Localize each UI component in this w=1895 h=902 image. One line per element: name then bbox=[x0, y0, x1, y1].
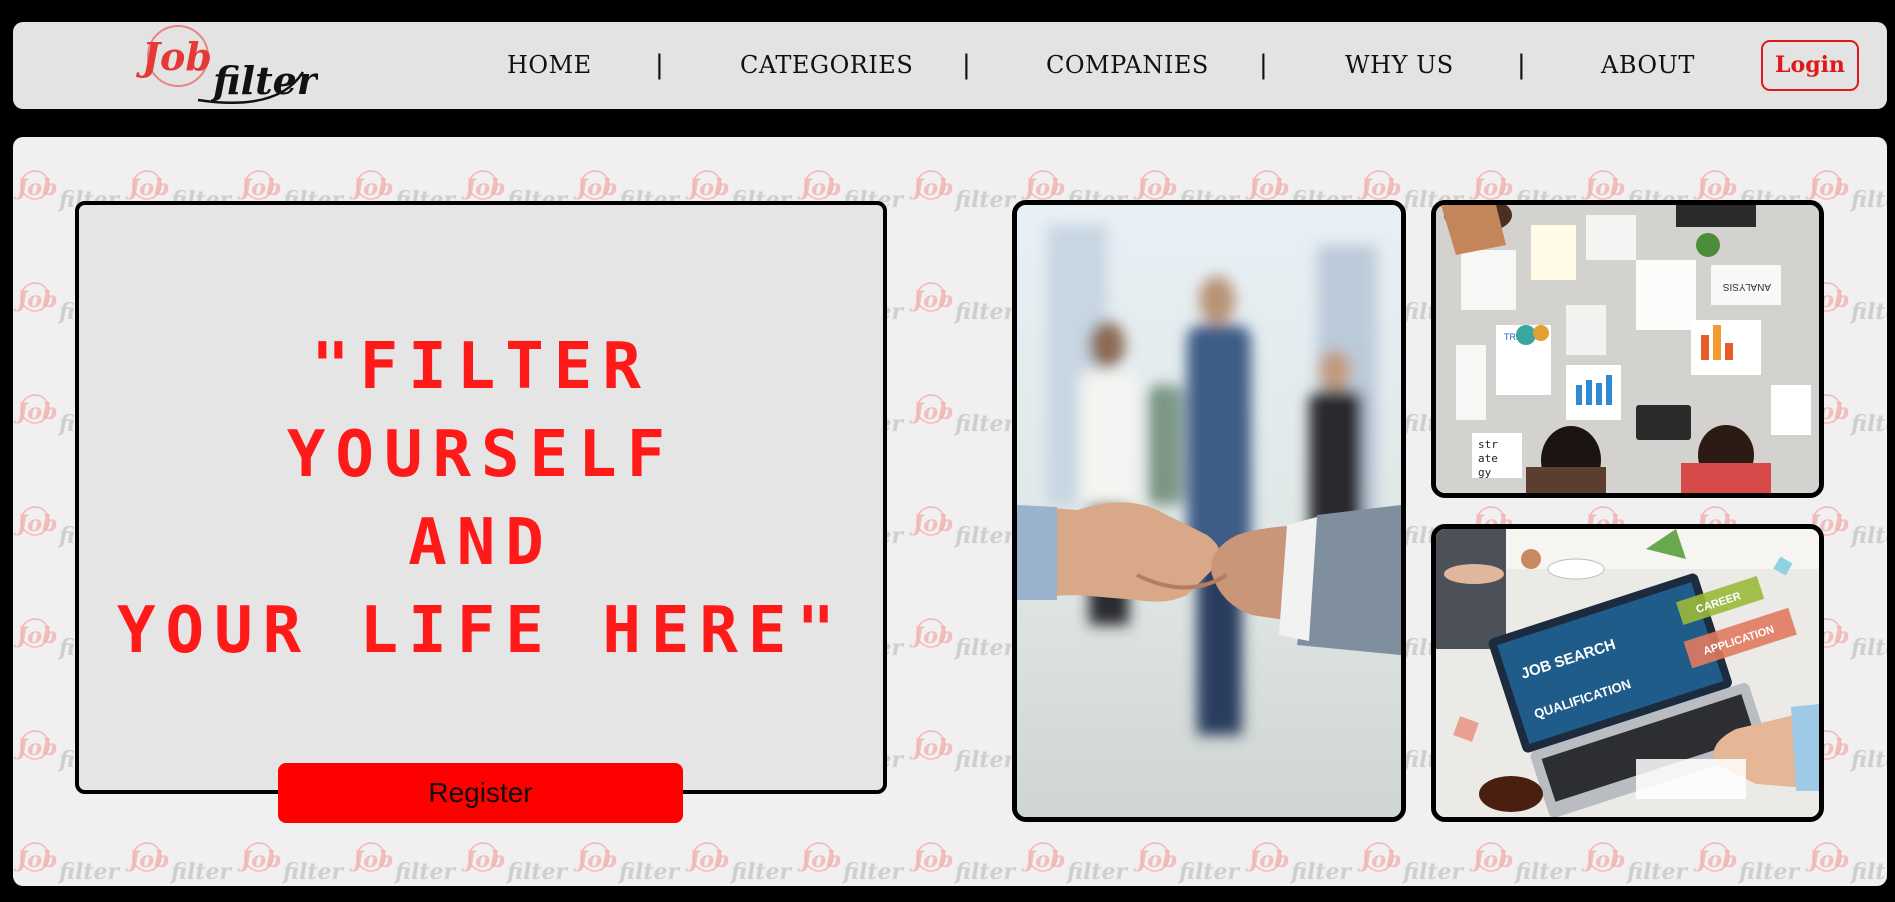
logo-text-job: Job bbox=[136, 34, 212, 79]
top-nav-bar: Job filter HOME | CATEGORIES | COMPANIES… bbox=[13, 22, 1887, 109]
nav-separator: | bbox=[655, 50, 664, 80]
nav-categories[interactable]: CATEGORIES bbox=[740, 22, 913, 109]
nav-companies[interactable]: COMPANIES bbox=[1046, 22, 1209, 109]
job-search-photo: JOB SEARCH QUALIFICATION CAREER APPLICAT… bbox=[1431, 524, 1824, 822]
meeting-image: ANALYSIS TRENDS str ate gy bbox=[1436, 205, 1819, 493]
logo-text-filter: filter bbox=[210, 58, 318, 103]
quote-line: "FILTER bbox=[311, 330, 651, 404]
nav-home[interactable]: HOME bbox=[507, 22, 592, 109]
photo-text: ANALYSIS bbox=[1723, 281, 1771, 292]
quote-card: "FILTER YOURSELF AND YOUR LIFE HERE" bbox=[75, 201, 887, 794]
team-meeting-photo: ANALYSIS TRENDS str ate gy bbox=[1431, 200, 1824, 498]
handshake-photo bbox=[1012, 200, 1406, 822]
quote-line: YOUR LIFE HERE" bbox=[117, 594, 845, 668]
nav-about[interactable]: ABOUT bbox=[1601, 22, 1695, 109]
quote-line: YOURSELF bbox=[286, 418, 676, 492]
quote-line: AND bbox=[408, 506, 554, 580]
photo-text: ate bbox=[1478, 452, 1498, 465]
jobsearch-image: JOB SEARCH QUALIFICATION CAREER APPLICAT… bbox=[1436, 529, 1819, 817]
login-button[interactable]: Login bbox=[1761, 40, 1859, 91]
photo-text: gy bbox=[1478, 466, 1492, 479]
handshake-image bbox=[1017, 205, 1401, 817]
hero-quote: "FILTER YOURSELF AND YOUR LIFE HERE" bbox=[79, 323, 883, 675]
jobfilter-logo[interactable]: Job filter bbox=[128, 22, 318, 109]
nav-separator: | bbox=[1517, 50, 1526, 80]
hero-section: Job filter "FILTER YOURSELF AND YOUR LIF… bbox=[13, 137, 1887, 886]
logo-mark: Job filter bbox=[136, 25, 318, 104]
nav-separator: | bbox=[1259, 50, 1268, 80]
photo-text: str bbox=[1478, 438, 1498, 451]
nav-why-us[interactable]: WHY US bbox=[1345, 22, 1454, 109]
nav-separator: | bbox=[962, 50, 971, 80]
register-button[interactable]: Register bbox=[278, 763, 683, 823]
